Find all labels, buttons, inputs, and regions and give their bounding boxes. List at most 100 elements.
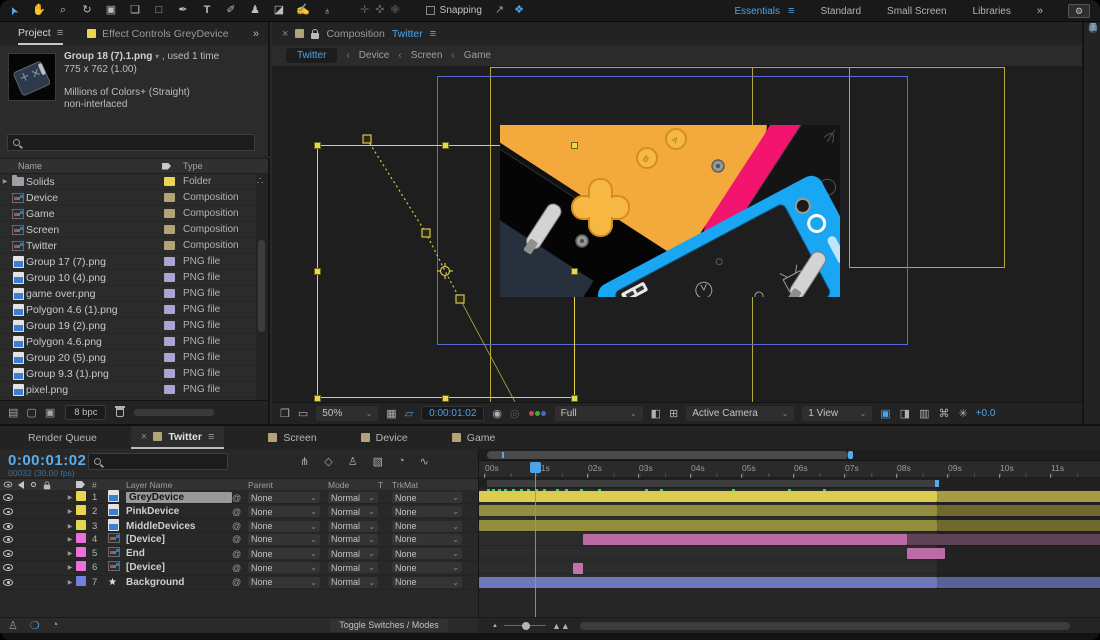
project-scrollbar[interactable]: ∴ (256, 174, 268, 400)
timeline-tab-twitter[interactable]: × Twitter ≡ (131, 426, 225, 449)
toggle-switches-modes-button[interactable]: Toggle Switches / Modes (330, 619, 448, 632)
parent-pickwhip-icon[interactable]: @ (232, 507, 248, 517)
expand-arrow-icon[interactable]: ▶ (0, 178, 10, 185)
workspace-small-screen[interactable]: Small Screen (887, 6, 946, 17)
layer-name[interactable]: End (126, 548, 232, 559)
layer-expand-arrow[interactable]: ▶ (64, 508, 76, 515)
timeline-tab-game[interactable]: Game (452, 426, 496, 449)
item-label-swatch[interactable] (164, 241, 175, 250)
layer-expand-arrow[interactable]: ▶ (64, 550, 76, 557)
selection-tool[interactable]: ➤ (4, 2, 26, 20)
column-parent[interactable]: Parent (248, 480, 320, 490)
project-item-row[interactable]: Polygon 4.6.png PNG file (0, 334, 268, 350)
footage-caret-icon[interactable]: ▾ (155, 52, 159, 61)
project-item-row[interactable]: Group 20 (5).png PNG file (0, 350, 268, 366)
track-matte-select[interactable]: None⌄ (392, 534, 462, 545)
panel-menu-icon[interactable]: ≡ (430, 28, 436, 40)
column-t[interactable]: T (378, 480, 392, 490)
layer-row[interactable]: ▶ 4 [Device] @ None⌄ Normal⌄ None⌄ (0, 533, 478, 547)
selection-handle[interactable] (442, 395, 449, 402)
panel-menu-icon[interactable]: ≡ (208, 431, 214, 443)
pen-tool[interactable]: ✒ (172, 2, 194, 20)
pan-behind-tool[interactable]: ❏ (124, 2, 146, 20)
project-item-row[interactable]: Polygon 4.6 (1).png PNG file (0, 302, 268, 318)
zoom-slider-knob[interactable] (522, 622, 530, 630)
blend-mode-select[interactable]: Normal⌄ (328, 534, 378, 545)
layer-duration-bar[interactable] (573, 563, 583, 574)
column-name[interactable]: Name (18, 161, 42, 171)
blend-mode-select[interactable]: Normal⌄ (328, 577, 378, 588)
layer-label-swatch[interactable] (76, 561, 86, 571)
layer-duration-bar[interactable] (937, 577, 1100, 588)
view-axis-mode[interactable]: ✙ (390, 5, 399, 16)
selection-handle[interactable] (571, 268, 578, 275)
layer-name[interactable]: [Device] (126, 562, 232, 573)
project-horizontal-scrollbar[interactable] (134, 409, 214, 416)
solo-column-icon[interactable] (31, 482, 36, 487)
layer-visibility-toggle[interactable] (3, 550, 13, 557)
column-number[interactable]: # (92, 480, 108, 490)
layer-label-swatch[interactable] (76, 533, 86, 543)
project-item-row[interactable]: Game Composition (0, 206, 268, 222)
blend-mode-select[interactable]: Normal⌄ (328, 506, 378, 517)
viewer-timecode[interactable]: 0:00:01:02 (421, 406, 484, 421)
timeline-search-input[interactable] (88, 453, 228, 470)
time-navigator-end-handle[interactable] (848, 451, 853, 459)
project-item-row[interactable]: Group 9.3 (1).png PNG file (0, 366, 268, 382)
magnification-select[interactable]: 50%⌄ (316, 406, 378, 421)
blend-mode-select[interactable]: Normal⌄ (328, 492, 378, 503)
time-navigator-bar[interactable] (487, 451, 848, 459)
local-axis-mode[interactable]: ✛ (360, 5, 369, 16)
parent-select[interactable]: None⌄ (248, 562, 320, 573)
layer-label-swatch[interactable] (76, 576, 86, 586)
composition-tab-label[interactable]: Composition (326, 28, 384, 40)
layer-expand-arrow[interactable]: ▶ (64, 536, 76, 543)
timeline-zoom-slider[interactable] (504, 625, 546, 626)
parent-pickwhip-icon[interactable]: @ (232, 493, 248, 503)
type-tool[interactable]: T (196, 2, 218, 20)
selection-handle[interactable] (314, 268, 321, 275)
breadcrumb-twitter[interactable]: Twitter (286, 48, 337, 63)
label-column-icon[interactable] (76, 481, 85, 488)
always-preview-icon[interactable]: ❒ (280, 407, 290, 420)
column-type[interactable]: Type (183, 161, 203, 171)
new-folder-icon[interactable]: ▢ (26, 406, 36, 419)
workspace-essentials[interactable]: Essentials (734, 6, 780, 17)
item-label-swatch[interactable] (164, 257, 175, 266)
snapping-checkbox[interactable] (426, 6, 435, 15)
layer-visibility-toggle[interactable] (3, 494, 13, 501)
layer-row[interactable]: ▶ 1 GreyDevice @ None⌄ Normal⌄ None⌄ (0, 490, 478, 504)
shape-tool[interactable]: □ (148, 2, 170, 20)
flowchart-view-icon[interactable]: ∴ (257, 176, 263, 187)
camera-tool[interactable]: ▣ (100, 2, 122, 20)
work-area-bar[interactable] (487, 480, 937, 487)
layer-label-swatch[interactable] (76, 520, 86, 530)
item-label-swatch[interactable] (164, 177, 175, 186)
layer-expand-arrow[interactable]: ▶ (64, 579, 76, 586)
layer-visibility-toggle[interactable] (3, 536, 13, 543)
timeline-tab-device[interactable]: Device (361, 426, 408, 449)
scrollbar-thumb[interactable] (258, 240, 265, 332)
track-matte-select[interactable]: None⌄ (392, 492, 462, 503)
track-matte-select[interactable]: None⌄ (392, 506, 462, 517)
project-bit-depth[interactable]: 8 bpc (65, 405, 106, 420)
column-mode[interactable]: Mode (328, 480, 378, 490)
world-axis-mode[interactable]: ✜ (375, 5, 384, 16)
lock-column-icon[interactable] (44, 484, 50, 489)
layer-name[interactable]: PinkDevice (126, 506, 232, 517)
project-item-row[interactable]: pixel.png PNG file (0, 382, 268, 398)
layer-name[interactable]: GreyDevice (126, 492, 232, 503)
workspace-settings-icon[interactable]: ⚙ (1068, 4, 1090, 18)
project-item-row[interactable]: Twitter Composition (0, 238, 268, 254)
roto-brush-tool[interactable]: ✍ (292, 2, 314, 20)
parent-pickwhip-icon[interactable]: @ (232, 577, 248, 587)
parent-pickwhip-icon[interactable]: @ (232, 563, 248, 573)
camera-select[interactable]: Active Camera⌄ (686, 406, 794, 421)
layer-row[interactable]: ▶ 7 Background @ None⌄ Normal⌄ None⌄ (0, 576, 478, 590)
blend-mode-select[interactable]: Normal⌄ (328, 548, 378, 559)
breadcrumb-game[interactable]: Game (464, 50, 491, 61)
graph-editor-icon[interactable]: ∿ (420, 455, 429, 468)
parent-pickwhip-icon[interactable]: @ (232, 521, 248, 531)
hide-shy-layers-icon[interactable]: ♙ (348, 455, 358, 468)
column-trkmat[interactable]: TrkMat (392, 480, 462, 490)
